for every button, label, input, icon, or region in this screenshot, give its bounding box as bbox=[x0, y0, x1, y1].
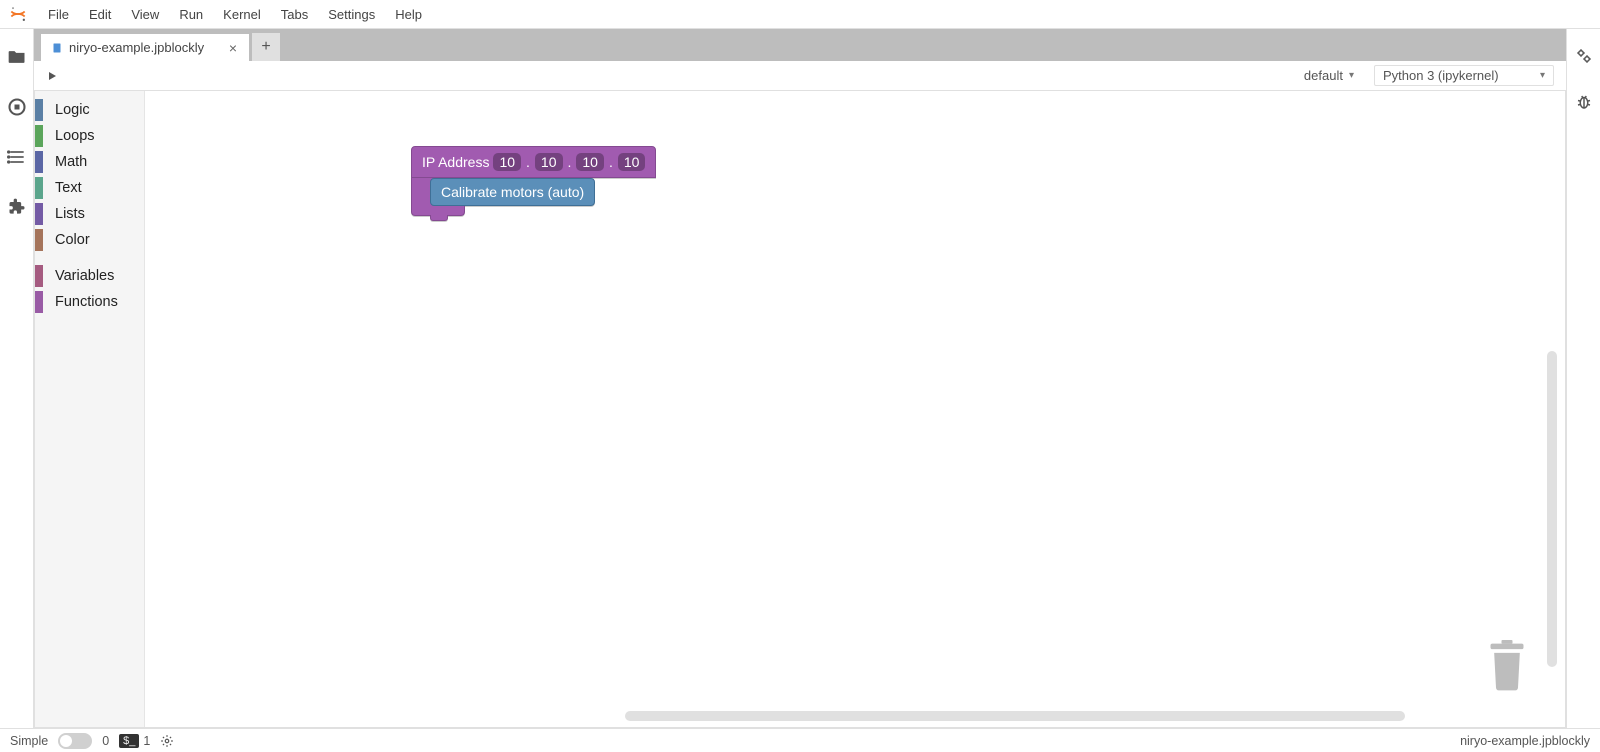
blockly-workspace: Logic Loops Math Text Lists Color Variab… bbox=[34, 91, 1566, 728]
menu-view[interactable]: View bbox=[121, 7, 169, 22]
menu-edit[interactable]: Edit bbox=[79, 7, 121, 22]
category-stripe bbox=[35, 229, 43, 251]
chevron-down-icon: ▾ bbox=[1349, 70, 1354, 81]
menu-run[interactable]: Run bbox=[169, 7, 213, 22]
tab-title: niryo-example.jpblockly bbox=[69, 40, 204, 55]
calibrate-block[interactable]: Calibrate motors (auto) bbox=[430, 178, 595, 206]
category-label: Text bbox=[55, 180, 82, 196]
category-label: Functions bbox=[55, 294, 118, 310]
category-label: Loops bbox=[55, 128, 95, 144]
category-variables[interactable]: Variables bbox=[35, 263, 144, 289]
jupyter-logo-icon bbox=[8, 4, 28, 24]
category-math[interactable]: Math bbox=[35, 149, 144, 175]
chevron-down-icon: ▾ bbox=[1540, 70, 1545, 81]
activity-bar bbox=[0, 29, 34, 728]
category-label: Lists bbox=[55, 206, 85, 222]
category-stripe bbox=[35, 177, 43, 199]
extensions-icon[interactable] bbox=[7, 197, 27, 217]
statement-body: Calibrate motors (auto) bbox=[411, 178, 465, 216]
category-logic[interactable]: Logic bbox=[35, 97, 144, 123]
category-functions[interactable]: Functions bbox=[35, 289, 144, 315]
folder-icon[interactable] bbox=[7, 47, 27, 67]
blockly-toolbox: Logic Loops Math Text Lists Color Variab… bbox=[35, 91, 145, 727]
vertical-scrollbar[interactable] bbox=[1547, 351, 1557, 667]
terminal-count: 1 bbox=[143, 734, 150, 748]
toc-icon[interactable] bbox=[7, 147, 27, 167]
simple-toggle[interactable] bbox=[58, 733, 92, 749]
trash-icon[interactable] bbox=[1485, 640, 1529, 691]
status-terminals[interactable]: $_ 1 bbox=[119, 734, 150, 748]
status-count-0[interactable]: 0 bbox=[102, 734, 109, 748]
ip-address-block[interactable]: IP Address 10. 10. 10. 10 bbox=[411, 146, 656, 178]
category-stripe bbox=[35, 203, 43, 225]
category-stripe bbox=[35, 265, 43, 287]
ip-label: IP Address bbox=[422, 154, 489, 170]
kernel-label: Python 3 (ipykernel) bbox=[1383, 68, 1499, 83]
category-color[interactable]: Color bbox=[35, 227, 144, 253]
category-text[interactable]: Text bbox=[35, 175, 144, 201]
debug-icon[interactable] bbox=[1575, 93, 1593, 111]
document-toolbar: default ▾ Python 3 (ipykernel) ▾ bbox=[34, 61, 1566, 91]
menu-bar: File Edit View Run Kernel Tabs Settings … bbox=[0, 0, 1600, 29]
tab-strip: niryo-example.jpblockly × + bbox=[34, 29, 1566, 61]
close-icon[interactable]: × bbox=[225, 40, 241, 56]
kernel-selector[interactable]: Python 3 (ipykernel) ▾ bbox=[1374, 65, 1554, 86]
category-loops[interactable]: Loops bbox=[35, 123, 144, 149]
tab-niryo-example[interactable]: niryo-example.jpblockly × bbox=[40, 33, 250, 61]
block-stack[interactable]: IP Address 10. 10. 10. 10 Calibrate moto… bbox=[411, 146, 656, 216]
gears-icon[interactable] bbox=[1575, 47, 1593, 65]
menu-kernel[interactable]: Kernel bbox=[213, 7, 271, 22]
block-notch bbox=[430, 215, 448, 221]
menu-settings[interactable]: Settings bbox=[318, 7, 385, 22]
simple-label: Simple bbox=[10, 734, 48, 748]
mode-label: default bbox=[1304, 68, 1343, 83]
category-stripe bbox=[35, 151, 43, 173]
category-label: Math bbox=[55, 154, 87, 170]
status-filename[interactable]: niryo-example.jpblockly bbox=[1460, 734, 1590, 748]
category-stripe bbox=[35, 99, 43, 121]
mode-selector[interactable]: default ▾ bbox=[1296, 66, 1362, 85]
ip-octet-1[interactable]: 10 bbox=[493, 153, 521, 171]
blockly-canvas[interactable]: IP Address 10. 10. 10. 10 Calibrate moto… bbox=[145, 91, 1565, 727]
right-rail bbox=[1566, 29, 1600, 728]
horizontal-scrollbar[interactable] bbox=[625, 711, 1405, 721]
category-label: Logic bbox=[55, 102, 90, 118]
ip-octet-3[interactable]: 10 bbox=[576, 153, 604, 171]
category-label: Color bbox=[55, 232, 90, 248]
category-label: Variables bbox=[55, 268, 114, 284]
status-bar: Simple 0 $_ 1 niryo-example.jpblockly bbox=[0, 728, 1600, 752]
category-lists[interactable]: Lists bbox=[35, 201, 144, 227]
menu-help[interactable]: Help bbox=[385, 7, 432, 22]
ip-octet-2[interactable]: 10 bbox=[535, 153, 563, 171]
add-tab-button[interactable]: + bbox=[252, 33, 280, 61]
status-kernel-icon[interactable] bbox=[160, 734, 174, 748]
terminal-icon: $_ bbox=[119, 734, 139, 748]
category-stripe bbox=[35, 291, 43, 313]
file-icon bbox=[51, 42, 63, 54]
menu-file[interactable]: File bbox=[38, 7, 79, 22]
run-button[interactable] bbox=[46, 70, 58, 82]
ip-octet-4[interactable]: 10 bbox=[618, 153, 646, 171]
running-sessions-icon[interactable] bbox=[7, 97, 27, 117]
menu-tabs[interactable]: Tabs bbox=[271, 7, 318, 22]
category-stripe bbox=[35, 125, 43, 147]
